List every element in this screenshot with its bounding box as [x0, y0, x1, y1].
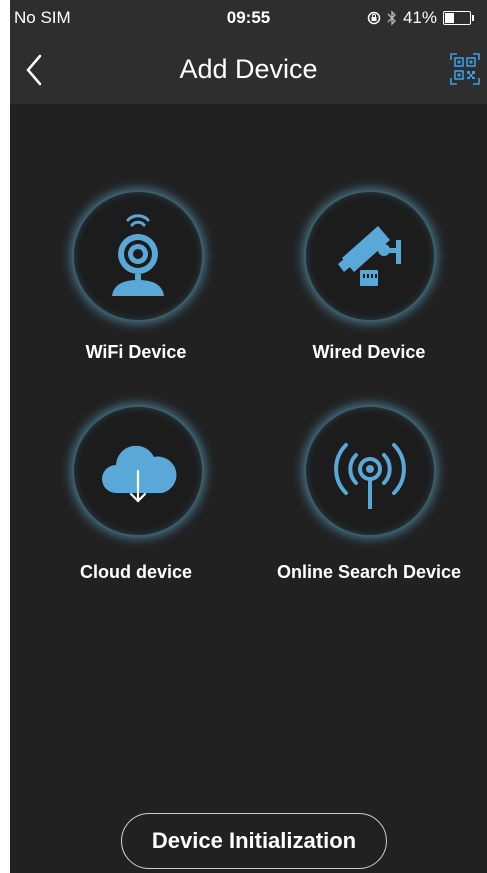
cloud-device-ring — [72, 405, 204, 537]
online-search-device-button[interactable]: Online Search Device — [254, 405, 484, 585]
battery-percent: 41% — [402, 8, 437, 27]
wifi-device-ring — [72, 190, 204, 322]
cloud-download-icon — [102, 445, 177, 503]
bluetooth-icon — [387, 10, 396, 26]
app-screen: No SIM 09:55 41% Add Device WiFi Device … — [10, 0, 487, 873]
wired-camera-icon — [338, 226, 401, 286]
battery-icon — [443, 11, 474, 25]
device-initialization-button[interactable]: Device Initialization — [121, 813, 387, 869]
cloud-device-button[interactable]: Cloud device — [21, 405, 251, 585]
wifi-device-button[interactable]: WiFi Device — [21, 190, 251, 380]
wifi-device-label: WiFi Device — [85, 342, 187, 362]
qr-scan-icon[interactable] — [450, 52, 480, 86]
status-bar: No SIM 09:55 41% — [10, 0, 487, 36]
wired-device-label: Wired Device — [312, 342, 426, 362]
wired-device-button[interactable]: Wired Device — [254, 190, 484, 380]
page-title: Add Device — [179, 54, 318, 84]
online-search-device-ring — [304, 405, 436, 537]
rotation-lock-icon — [367, 11, 381, 25]
online-search-device-label: Online Search Device — [276, 562, 462, 582]
broadcast-antenna-icon — [334, 443, 406, 509]
status-indicators: 41% — [367, 8, 474, 28]
wifi-camera-icon — [112, 214, 164, 296]
navigation-bar: Add Device — [10, 36, 487, 104]
wired-device-ring — [304, 190, 436, 322]
cloud-device-label: Cloud device — [79, 562, 193, 582]
